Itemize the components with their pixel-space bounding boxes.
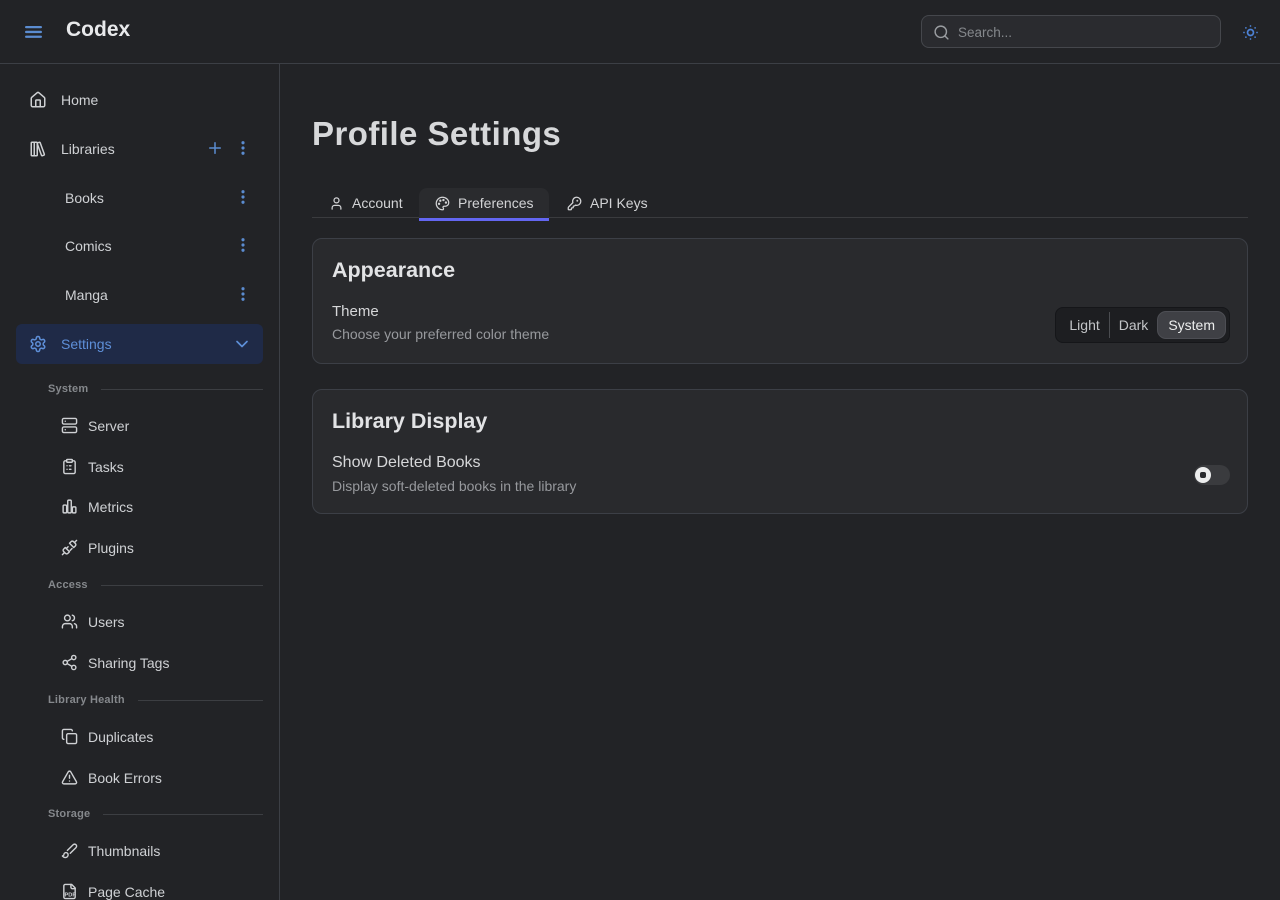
svg-text:PDF: PDF	[65, 892, 77, 898]
